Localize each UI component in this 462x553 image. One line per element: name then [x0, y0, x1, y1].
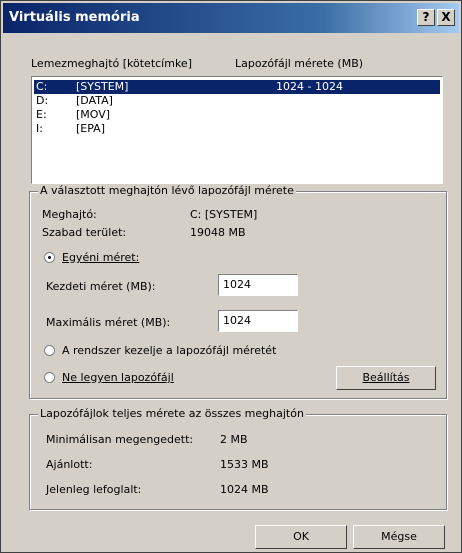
drive-list[interactable]: C: [SYSTEM] 1024 - 1024 D: [DATA] E: [MO… — [31, 76, 443, 184]
title-bar[interactable]: Virtuális memória ? X — [3, 3, 459, 33]
drive-row-i[interactable]: I: [EPA] — [34, 122, 440, 136]
drive-letter: D: — [36, 94, 49, 107]
recommended-caption: Ajánlott: — [46, 458, 93, 471]
recommended-value: 1533 MB — [220, 458, 269, 471]
custom-size-label[interactable]: Egyéni méret: — [62, 251, 139, 264]
drive-label: [SYSTEM] — [76, 80, 129, 93]
drive-caption: Meghajtó: — [42, 208, 97, 221]
max-size-label: Maximális méret (MB): — [46, 316, 171, 329]
custom-size-radio[interactable] — [44, 252, 55, 263]
no-pagefile-label[interactable]: Ne legyen lapozófájl — [62, 371, 174, 384]
ok-button[interactable]: OK — [255, 525, 347, 549]
no-pagefile-radio[interactable] — [44, 372, 55, 383]
help-button[interactable]: ? — [417, 9, 435, 26]
drive-label: [DATA] — [76, 94, 113, 107]
totals-group: Lapozófájlok teljes mérete az összes meg… — [29, 407, 447, 510]
initial-size-label: Kezdeti méret (MB): — [46, 280, 156, 293]
selected-drive-group-title: A választott meghajtón lévő lapozófájl m… — [38, 184, 296, 197]
close-button[interactable]: X — [437, 9, 455, 26]
drive-value: C: [SYSTEM] — [190, 208, 258, 221]
set-button-label: Beállítás — [362, 371, 410, 384]
drive-letter: I: — [36, 122, 43, 135]
min-allowed-value: 2 MB — [220, 433, 248, 446]
max-size-input[interactable]: 1024 — [218, 310, 298, 332]
drive-letter: C: — [36, 80, 48, 93]
drive-row-e[interactable]: E: [MOV] — [34, 108, 440, 122]
initial-size-input[interactable]: 1024 — [218, 274, 298, 296]
free-space-value: 19048 MB — [190, 226, 246, 239]
cancel-button[interactable]: Mégse — [353, 525, 445, 549]
drive-letter: E: — [36, 108, 47, 121]
drive-column-header: Lemezmeghajtó [kötetcímke] — [31, 57, 192, 70]
free-space-caption: Szabad terület: — [42, 226, 127, 239]
system-managed-label[interactable]: A rendszer kezelje a lapozófájl méretét — [62, 344, 276, 357]
selected-drive-group: A választott meghajtón lévő lapozófájl m… — [29, 184, 447, 399]
drive-row-c[interactable]: C: [SYSTEM] 1024 - 1024 — [34, 80, 440, 94]
drive-label: [EPA] — [76, 122, 105, 135]
window-title: Virtuális memória — [9, 10, 140, 25]
drive-row-d[interactable]: D: [DATA] — [34, 94, 440, 108]
size-column-header: Lapozófájl mérete (MB) — [235, 57, 364, 70]
virtual-memory-dialog: Virtuális memória ? X Lemezmeghajtó [köt… — [0, 0, 462, 553]
min-allowed-caption: Minimálisan megengedett: — [46, 433, 194, 446]
system-managed-radio[interactable] — [44, 345, 55, 356]
currently-allocated-value: 1024 MB — [220, 483, 269, 496]
drive-label: [MOV] — [76, 108, 111, 121]
totals-group-title: Lapozófájlok teljes mérete az összes meg… — [38, 407, 306, 420]
drive-pagefile-size: 1024 - 1024 — [276, 80, 343, 93]
currently-allocated-caption: Jelenleg lefoglalt: — [46, 483, 142, 496]
set-button[interactable]: Beállítás — [336, 366, 436, 390]
